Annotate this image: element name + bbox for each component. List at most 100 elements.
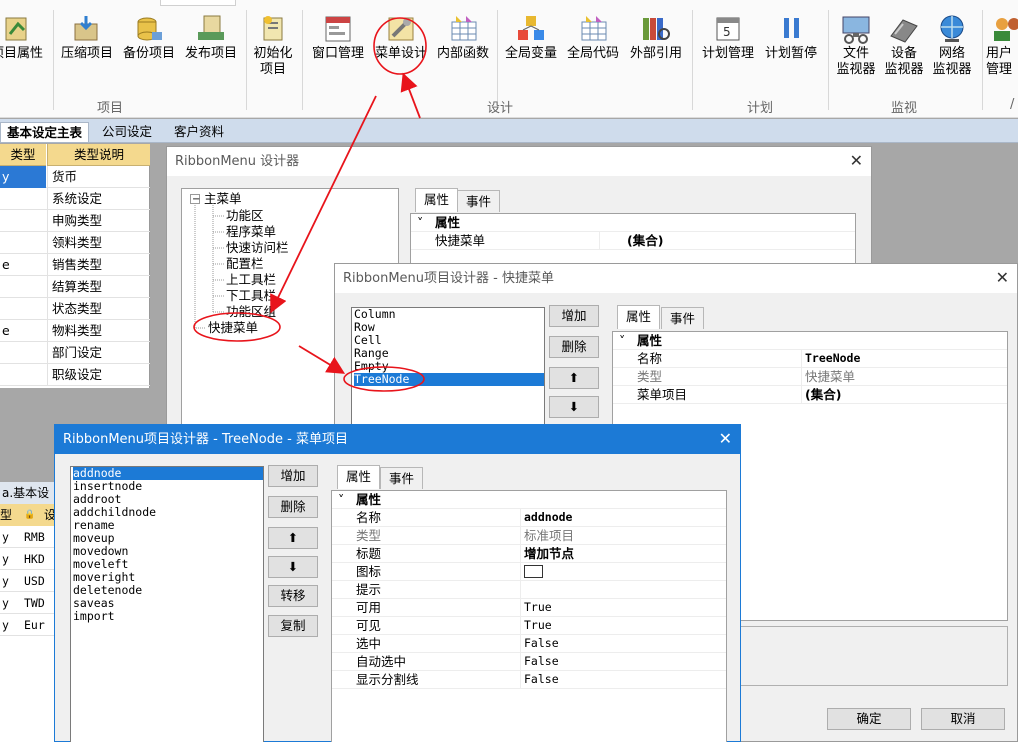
publish-project-button[interactable]: 发布项目	[180, 14, 242, 62]
close-icon[interactable]: ✕	[996, 268, 1009, 288]
icon-preview-box[interactable]	[524, 565, 543, 578]
property-row[interactable]: 选中 False	[332, 635, 726, 653]
tab-properties[interactable]: 属性	[337, 465, 381, 489]
add-button[interactable]: 增加	[549, 305, 599, 327]
property-category[interactable]: ˅ 属性	[411, 214, 855, 232]
table-row[interactable]: 状态类型	[0, 298, 150, 320]
property-row[interactable]: 提示	[332, 581, 726, 599]
property-row[interactable]: 类型 快捷菜单	[613, 368, 1007, 386]
tab-properties[interactable]: 属性	[617, 305, 661, 329]
global-code-button[interactable]: 全局代码	[562, 14, 624, 62]
close-icon[interactable]: ✕	[850, 151, 863, 171]
column-header-type[interactable]: 类型	[0, 144, 46, 166]
property-value: False	[524, 672, 559, 686]
tab-events[interactable]: 事件	[380, 467, 424, 489]
global-variable-button[interactable]: 全局变量	[500, 14, 562, 62]
transfer-button[interactable]: 转移	[268, 585, 318, 607]
currency-grid: a.基本设 型 🔒 设 y RMB y HKD y USD y TWD y Eur	[0, 482, 56, 742]
property-row[interactable]: 可见 True	[332, 617, 726, 635]
backup-project-label: 备份项目	[122, 46, 175, 61]
list-item[interactable]: Row	[354, 321, 544, 334]
menu-item-list[interactable]: addnode insertnode addroot addchildnode …	[70, 466, 264, 742]
table-row[interactable]: 系统设定	[0, 188, 150, 210]
move-down-button[interactable]: ⬇	[549, 396, 599, 418]
initialize-label: 初始化	[253, 46, 293, 61]
schedule-pause-button[interactable]: 计划暂停	[760, 14, 822, 62]
table-row[interactable]: y RMB	[0, 526, 56, 548]
network-monitor-button[interactable]: 网络 监视器	[928, 14, 976, 78]
table-row[interactable]: e 物料类型	[0, 320, 150, 342]
external-reference-button[interactable]: 外部引用	[624, 14, 688, 62]
ok-button[interactable]: 确定	[827, 708, 911, 730]
backup-project-button[interactable]: 备份项目	[118, 14, 180, 62]
property-name: 类型	[637, 368, 802, 386]
tab-events[interactable]: 事件	[661, 307, 705, 329]
table-row[interactable]: 结算类型	[0, 276, 150, 298]
property-row[interactable]: 菜单项目 (集合)	[613, 386, 1007, 404]
column-header-type-desc[interactable]: 类型说明	[47, 144, 150, 166]
table-row[interactable]: 部门设定	[0, 342, 150, 364]
property-grid: ˅ 属性 名称 addnode 类型 标准项目 标题 增加节点 图标 提示 可用 True…	[331, 490, 727, 742]
cell-currency: HKD	[24, 552, 45, 566]
list-item[interactable]: Column	[354, 308, 544, 321]
table-row[interactable]: 申购类型	[0, 210, 150, 232]
list-item-selected[interactable]: TreeNode	[354, 373, 544, 386]
delete-button[interactable]: 删除	[268, 496, 318, 518]
property-name: 选中	[356, 635, 521, 653]
table-row[interactable]: y USD	[0, 570, 56, 592]
list-item[interactable]: import	[73, 610, 263, 623]
property-row[interactable]: 图标	[332, 563, 726, 581]
property-row[interactable]: 快捷菜单 (集合)	[411, 232, 855, 250]
project-properties-label: 项目属性	[0, 46, 43, 61]
tab-company-settings[interactable]: 公司设定	[96, 122, 158, 142]
column-header-type[interactable]: 型	[0, 504, 12, 526]
schedule-manage-button[interactable]: 5 计划管理	[696, 14, 760, 62]
move-up-button[interactable]: ⬆	[549, 367, 599, 389]
collapse-icon[interactable]: ˅	[338, 491, 344, 508]
internal-function-button[interactable]: 内部函数	[432, 14, 494, 62]
tab-customer-data[interactable]: 客户资料	[168, 122, 230, 142]
initialize-project-button[interactable]: 初始化 项目	[247, 14, 299, 78]
property-row[interactable]: 可用 True	[332, 599, 726, 617]
tab-basic-settings-master[interactable]: 基本设定主表	[0, 122, 90, 142]
property-row[interactable]: 类型 标准项目	[332, 527, 726, 545]
move-down-button[interactable]: ⬇	[268, 556, 318, 578]
tab-events[interactable]: 事件	[457, 190, 501, 212]
property-row[interactable]: 名称 addnode	[332, 509, 726, 527]
property-value: False	[524, 654, 559, 668]
table-row[interactable]: y 货币	[0, 166, 150, 188]
cell-currency: RMB	[24, 530, 45, 544]
add-button[interactable]: 增加	[268, 465, 318, 487]
file-monitor-button[interactable]: 文件 监视器	[832, 14, 880, 78]
device-monitor-button[interactable]: 设备 监视器	[880, 14, 928, 78]
property-row[interactable]: 名称 TreeNode	[613, 350, 1007, 368]
property-category[interactable]: ˅ 属性	[332, 491, 726, 509]
project-properties-button[interactable]: 项目属性	[0, 14, 52, 62]
table-row[interactable]: y HKD	[0, 548, 56, 570]
property-row[interactable]: 标题 增加节点	[332, 545, 726, 563]
table-row[interactable]: y Eur	[0, 614, 56, 636]
compress-project-button[interactable]: 压缩项目	[56, 14, 118, 62]
tab-properties[interactable]: 属性	[415, 188, 459, 212]
delete-button[interactable]: 删除	[549, 336, 599, 358]
close-icon[interactable]: ✕	[719, 429, 732, 449]
table-row[interactable]: 领料类型	[0, 232, 150, 254]
grid-header-row: 型 🔒 设	[0, 504, 56, 526]
cell-type-desc: 职级设定	[47, 364, 149, 386]
cancel-button[interactable]: 取消	[921, 708, 1005, 730]
user-manage-button[interactable]: 用户 管理	[986, 14, 1018, 78]
property-category[interactable]: ˅ 属性	[613, 332, 1007, 350]
table-row[interactable]: 职级设定	[0, 364, 150, 386]
window-manage-button[interactable]: 窗口管理	[306, 14, 370, 62]
menu-design-button[interactable]: 菜单设计	[370, 14, 432, 62]
property-row[interactable]: 自动选中 False	[332, 653, 726, 671]
table-row[interactable]: y TWD	[0, 592, 56, 614]
table-row[interactable]: e 销售类型	[0, 254, 150, 276]
cell-type	[0, 364, 46, 386]
collapse-icon[interactable]: ˅	[619, 332, 625, 349]
copy-button[interactable]: 复制	[268, 615, 318, 637]
move-up-button[interactable]: ⬆	[268, 527, 318, 549]
document-tabs: 基本设定主表 公司设定 客户资料	[0, 119, 1018, 143]
property-row[interactable]: 显示分割线 False	[332, 671, 726, 689]
collapse-icon[interactable]: ˅	[417, 214, 423, 231]
